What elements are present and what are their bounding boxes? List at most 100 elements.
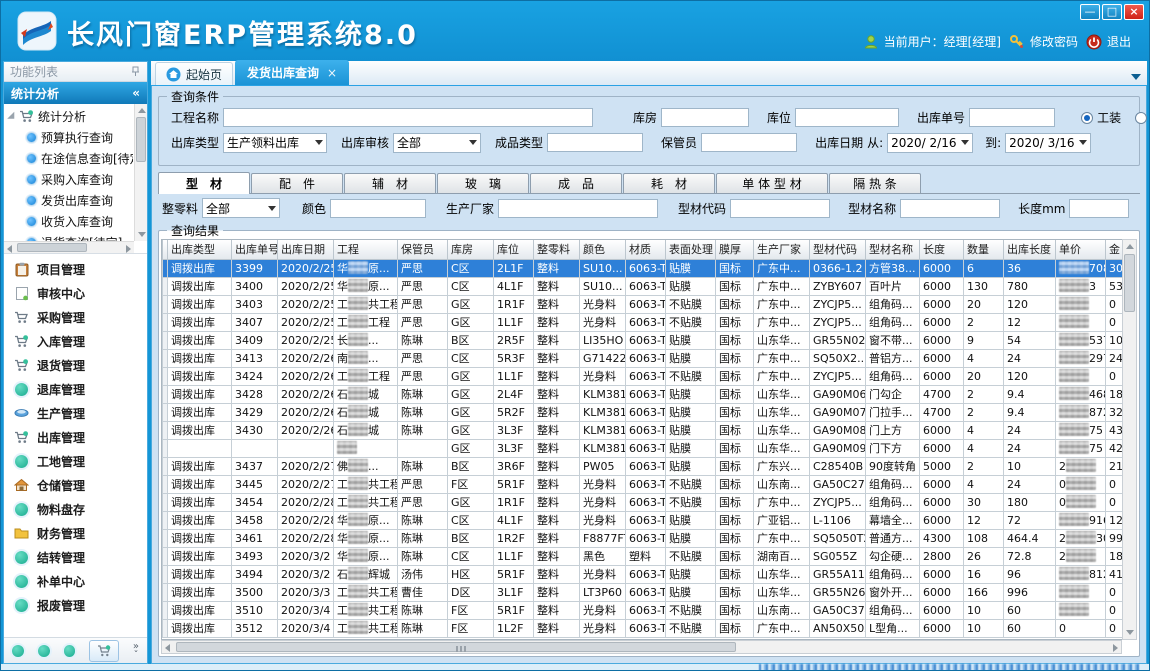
column-header[interactable]: 出库日期 <box>278 240 334 259</box>
sidebar-item-cart-green[interactable]: 入库管理 <box>4 329 147 353</box>
scroll-down-icon[interactable] <box>1126 630 1134 635</box>
column-header[interactable]: 出库单号 <box>232 240 278 259</box>
scroll-down-icon[interactable] <box>138 232 146 237</box>
grid-hscroll-thumb[interactable] <box>176 642 736 652</box>
table-row[interactable]: 调拨出库34002020/2/25华原...严思C区4L1F整料SU10...6… <box>163 277 1123 295</box>
table-row[interactable]: 调拨出库34372020/2/27佛...陈琳B区3R6F整料PW056063-… <box>163 457 1123 475</box>
date-from-picker[interactable]: 2020/ 2/16 <box>887 133 973 153</box>
date-to-picker[interactable]: 2020/ 3/16 <box>1005 133 1091 153</box>
material-tab[interactable]: 玻 璃 <box>437 173 529 193</box>
sidebar-item-circle[interactable]: 报废管理 <box>4 593 147 617</box>
collapse-icon[interactable]: « <box>132 86 140 100</box>
sidebar-item-note[interactable]: 审核中心 <box>4 281 147 305</box>
column-header[interactable]: 型材代码 <box>810 240 866 259</box>
change-password-button[interactable]: 修改密码 <box>1009 33 1078 50</box>
location-input[interactable] <box>795 108 899 127</box>
audit-select[interactable]: 全部 <box>393 133 481 153</box>
tab-shipping-outbound-query[interactable]: 发货出库查询 × <box>235 60 349 85</box>
column-header[interactable]: 保管员 <box>398 240 448 259</box>
table-row[interactable]: 调拨出库34282020/2/26石城陈琳G区2L4F整料KLM38176063… <box>163 385 1123 403</box>
table-row[interactable]: 调拨出库35102020/3/4工共工程陈琳F区5R1F整料光身料6063-T5… <box>163 601 1123 619</box>
tree-expander-icon[interactable] <box>7 111 18 122</box>
material-tab[interactable]: 配 件 <box>251 173 343 193</box>
column-header[interactable]: 长度 <box>920 240 964 259</box>
close-button[interactable]: × <box>1124 4 1144 20</box>
color-input[interactable] <box>330 199 426 218</box>
material-tab[interactable]: 隔 热 条 <box>829 173 921 193</box>
tree-vscrollbar[interactable] <box>134 104 147 241</box>
scroll-right-icon[interactable] <box>126 245 131 253</box>
column-header[interactable]: 出库长度 <box>1004 240 1056 259</box>
sidebar-item-circle[interactable]: 补单中心 <box>4 569 147 593</box>
tree-item[interactable]: 在途信息查询[待定] <box>4 148 133 169</box>
sidebar-item-production[interactable]: 生产管理 <box>4 401 147 425</box>
module-dot-icon[interactable] <box>38 645 50 657</box>
table-row[interactable]: 调拨出库34932020/3/2华原...陈琳C区1L1F整料黑色塑料不贴膜国标… <box>163 547 1123 565</box>
material-tab[interactable]: 耗 材 <box>623 173 715 193</box>
table-row[interactable]: 调拨出库34542020/2/28工共工程严思G区1R1F整料光身料6063-T… <box>163 493 1123 511</box>
tree-item[interactable]: 采购入库查询 <box>4 169 133 190</box>
column-header[interactable]: 出库类型 <box>168 240 232 259</box>
column-header[interactable]: 型材名称 <box>866 240 920 259</box>
table-row[interactable]: 调拨出库34092020/2/25长...陈琳B区2R5F整料LI35HO606… <box>163 331 1123 349</box>
tree-item[interactable]: 发货出库查询 <box>4 190 133 211</box>
column-header[interactable]: 整零料 <box>534 240 580 259</box>
tab-close-icon[interactable]: × <box>327 66 337 80</box>
sidebar-item-cart-green[interactable]: 出库管理 <box>4 425 147 449</box>
table-row[interactable]: 调拨出库34582020/2/28华原...陈琳C区4L1F整料光身料6063-… <box>163 511 1123 529</box>
profile-code-input[interactable] <box>730 199 830 218</box>
column-header[interactable]: 材质 <box>626 240 666 259</box>
scroll-left-icon[interactable] <box>165 644 170 652</box>
table-row[interactable]: 调拨出库35122020/3/4工共工程陈琳F区1L2F整料光身料6063-T5… <box>163 619 1123 637</box>
column-header[interactable]: 数量 <box>964 240 1004 259</box>
material-tab[interactable]: 型 材 <box>158 172 250 194</box>
material-tab[interactable]: 单 体 型 材 <box>716 173 828 193</box>
order-no-input[interactable] <box>969 108 1055 127</box>
table-row[interactable]: 调拨出库34072020/2/25工工程严思G区1L1F整料光身料6063-T5… <box>163 313 1123 331</box>
tree-root-statistics[interactable]: 统计分析 <box>4 106 133 127</box>
table-row[interactable]: 调拨出库34612020/2/28华原...陈琳B区1R2F整料F8877FT6… <box>163 529 1123 547</box>
table-row[interactable]: 调拨出库34292020/2/26石城陈琳G区5R2F整料KLM38176063… <box>163 403 1123 421</box>
column-header[interactable]: 库房 <box>448 240 494 259</box>
radio-home[interactable] <box>1135 112 1147 124</box>
grid-hscrollbar[interactable] <box>161 640 1122 654</box>
logout-button[interactable]: 退出 <box>1086 33 1131 50</box>
tree-item[interactable]: 退货查询[待定] <box>4 232 133 241</box>
tree-item[interactable]: 预算执行查询 <box>4 127 133 148</box>
material-tab[interactable]: 辅 材 <box>344 173 436 193</box>
module-dot-icon[interactable] <box>12 645 24 657</box>
table-row[interactable]: 调拨出库34242020/2/26工工程严思G区1L1F整料光身料6063-T5… <box>163 367 1123 385</box>
tree-vscroll-thumb[interactable] <box>136 117 146 162</box>
manufacturer-input[interactable] <box>498 199 658 218</box>
table-row[interactable]: 调拨出库34942020/3/2石辉城汤伟H区5R1F整料光身料6063-T5贴… <box>163 565 1123 583</box>
scroll-up-icon[interactable] <box>138 108 146 113</box>
sidebar-item-circle[interactable]: 工地管理 <box>4 449 147 473</box>
scroll-right-icon[interactable] <box>1113 644 1118 652</box>
table-row[interactable]: 调拨出库34452020/2/27工共工程严思F区5R1F整料光身料6063-T… <box>163 475 1123 493</box>
table-row[interactable]: 调拨出库33992020/2/25华原...严思C区2L1F整料SU10...6… <box>163 259 1123 277</box>
sidebar-item-cart-green[interactable]: 退货管理 <box>4 353 147 377</box>
tree-item[interactable]: 收货入库查询 <box>4 211 133 232</box>
column-header[interactable]: 表面处理 <box>666 240 716 259</box>
table-row[interactable]: 调拨出库34032020/2/25工共工程严思G区1R1F整料光身料6063-T… <box>163 295 1123 313</box>
maximize-button[interactable]: □ <box>1102 4 1122 20</box>
tab-home[interactable]: 起始页 <box>155 62 233 85</box>
grid-vscroll-thumb[interactable] <box>1124 254 1135 312</box>
minimize-button[interactable]: — <box>1080 4 1100 20</box>
whole-part-select[interactable]: 全部 <box>202 198 280 218</box>
column-header[interactable]: 工程 <box>334 240 398 259</box>
product-type-input[interactable] <box>547 133 643 152</box>
tree-hscroll-thumb[interactable] <box>17 243 87 252</box>
sidebar-item-cart[interactable]: 采购管理 <box>4 305 147 329</box>
column-header[interactable]: 生产厂家 <box>754 240 810 259</box>
scroll-left-icon[interactable] <box>7 245 12 253</box>
sidebar-item-folder[interactable]: 财务管理 <box>4 521 147 545</box>
pin-icon[interactable] <box>130 66 141 77</box>
column-header[interactable]: 颜色 <box>580 240 626 259</box>
tab-list-dropdown-icon[interactable] <box>1131 74 1141 80</box>
warehouse-input[interactable] <box>661 108 749 127</box>
table-row[interactable]: 调拨出库34302020/2/26石城陈琳G区3L3F整料KLM38176063… <box>163 421 1123 439</box>
grid-vscrollbar[interactable] <box>1122 239 1137 640</box>
keeper-input[interactable] <box>701 133 797 152</box>
radio-industrial[interactable] <box>1081 112 1093 124</box>
